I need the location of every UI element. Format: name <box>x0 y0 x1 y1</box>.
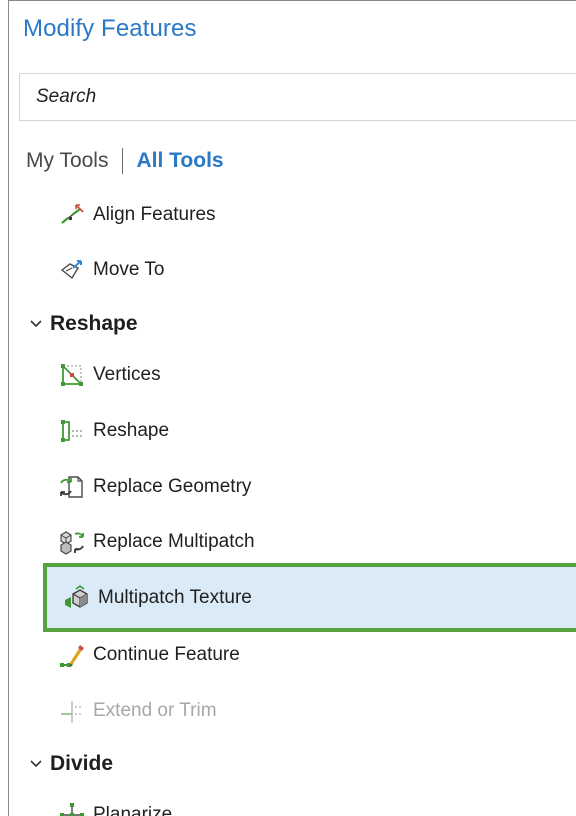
tool-vertices[interactable]: Vertices <box>42 353 576 397</box>
chevron-down-icon <box>29 757 43 771</box>
planarize-icon <box>57 800 87 816</box>
tool-label: Reshape <box>93 420 170 441</box>
chevron-down-icon <box>29 317 43 331</box>
tool-extend-or-trim[interactable]: Extend or Trim <box>42 689 576 733</box>
tool-replace-geometry[interactable]: Replace Geometry <box>42 465 576 509</box>
mode-divider <box>122 148 124 174</box>
all-tools-tab[interactable]: All Tools <box>136 149 223 173</box>
tool-label: Replace Multipatch <box>93 531 255 552</box>
tool-align-features[interactable]: Align Features <box>42 193 576 237</box>
tool-continue-feature[interactable]: Continue Feature <box>42 633 576 677</box>
tool-move-to[interactable]: Move To <box>42 248 576 292</box>
tools-mode-switch: My Tools All Tools <box>26 147 224 175</box>
tool-label: Multipatch Texture <box>98 586 252 608</box>
tool-label: Planarize <box>93 804 173 816</box>
tool-label: Vertices <box>93 364 161 385</box>
tool-label: Align Features <box>93 204 216 225</box>
tool-label: Move To <box>93 259 165 280</box>
search-input[interactable] <box>20 74 576 120</box>
search-box[interactable] <box>19 73 576 121</box>
tool-reshape[interactable]: Reshape <box>42 409 576 453</box>
tool-replace-multipatch[interactable]: Replace Multipatch <box>42 520 576 564</box>
continue-feature-icon <box>57 640 87 670</box>
tool-planarize[interactable]: Planarize <box>42 793 576 816</box>
align-features-icon <box>57 200 87 230</box>
group-divide-header[interactable]: Divide <box>29 748 113 780</box>
my-tools-tab[interactable]: My Tools <box>26 149 108 173</box>
replace-multipatch-icon <box>57 527 87 557</box>
group-reshape-header[interactable]: Reshape <box>29 308 138 340</box>
tool-multipatch-texture[interactable]: Multipatch Texture <box>43 563 576 632</box>
multipatch-texture-icon <box>62 583 92 613</box>
vertices-icon <box>57 360 87 390</box>
modify-features-pane: Modify Features My Tools All Tools Align… <box>8 0 576 816</box>
tool-label: Extend or Trim <box>93 700 217 721</box>
replace-geometry-icon <box>57 472 87 502</box>
move-to-icon <box>57 255 87 285</box>
tool-label: Replace Geometry <box>93 476 252 497</box>
pane-title: Modify Features <box>23 15 197 42</box>
group-label: Reshape <box>50 312 138 335</box>
tool-label: Continue Feature <box>93 644 240 665</box>
group-label: Divide <box>50 752 114 775</box>
reshape-icon <box>57 416 87 446</box>
extend-or-trim-icon <box>57 696 87 726</box>
